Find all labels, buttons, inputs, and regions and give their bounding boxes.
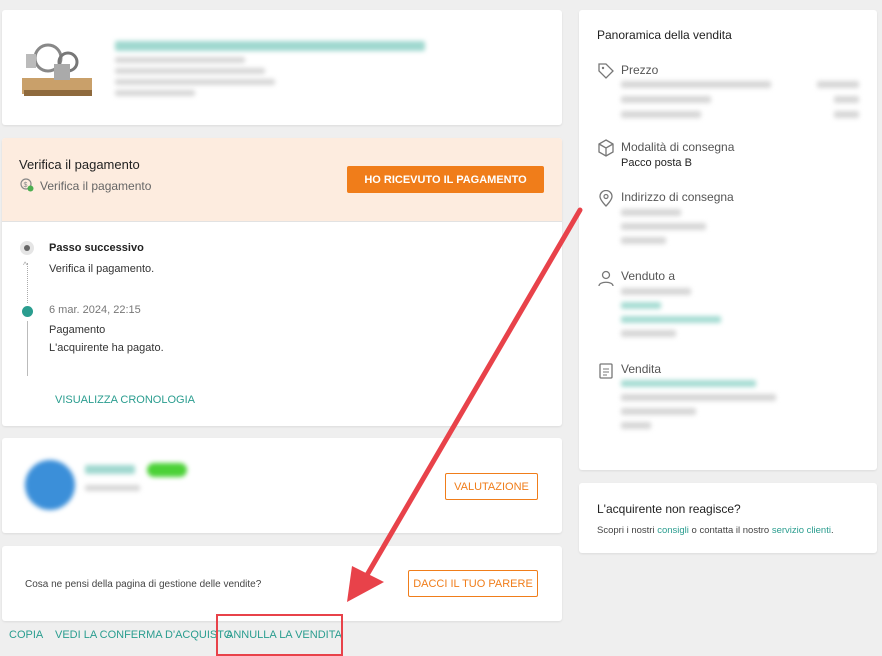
price-tag-icon — [597, 62, 615, 80]
sold-to-link-1[interactable] — [621, 302, 661, 309]
product-thumbnail[interactable] — [18, 38, 98, 100]
sale-label: Vendita — [621, 362, 662, 376]
user-icon — [597, 269, 615, 287]
divider — [2, 221, 562, 222]
buyer-card: VALUTAZIONE — [2, 438, 562, 533]
address-label: Indirizzo di consegna — [621, 190, 734, 204]
payment-card: Verifica il pagamento $ Verifica il paga… — [2, 138, 562, 426]
buyer-name[interactable] — [85, 465, 135, 474]
product-detail-3 — [115, 79, 275, 85]
location-pin-icon — [597, 189, 615, 208]
tips-link[interactable]: consigli — [657, 525, 689, 536]
buyer-badge — [147, 463, 187, 477]
delivery-label: Modalità di consegna — [621, 140, 735, 154]
copy-link[interactable]: COPIA — [9, 629, 43, 641]
sold-to-label: Venduto a — [621, 269, 676, 283]
overview-title: Panoramica della vendita — [597, 28, 732, 42]
timeline-solid-line — [27, 321, 28, 376]
price-row-1-value — [817, 81, 859, 88]
sale-link[interactable] — [621, 380, 756, 387]
sale-line-2 — [621, 408, 696, 415]
customer-service-link[interactable]: servizio clienti — [772, 525, 831, 536]
help-title: L'acquirente non reagisce? — [597, 502, 741, 516]
product-title[interactable] — [115, 41, 425, 51]
product-detail-2 — [115, 68, 265, 74]
avatar[interactable] — [25, 460, 75, 510]
price-row-3 — [621, 111, 701, 118]
address-line-3 — [621, 237, 666, 244]
timeline-dot-done — [22, 306, 33, 317]
sold-to-link-2[interactable] — [621, 316, 721, 323]
payment-received-button[interactable]: HO RICEVUTO IL PAGAMENTO — [347, 166, 544, 193]
price-row-2-value — [834, 96, 859, 103]
buyer-detail — [85, 485, 140, 491]
timeline-event-label: Pagamento — [49, 324, 106, 336]
sale-line-1 — [621, 394, 776, 401]
sold-to-name — [621, 288, 691, 295]
payment-sub: Verifica il pagamento — [40, 179, 152, 193]
address-line-2 — [621, 223, 706, 230]
payment-banner: Verifica il pagamento $ Verifica il paga… — [2, 138, 562, 221]
feedback-question: Cosa ne pensi della pagina di gestione d… — [25, 579, 262, 590]
timeline-next-text: Verifica il pagamento. — [49, 263, 155, 275]
timeline-dot-pending — [20, 241, 34, 255]
product-card — [2, 10, 562, 125]
give-feedback-button[interactable]: DACCI IL TUO PARERE — [408, 570, 538, 597]
svg-text:$: $ — [24, 182, 28, 189]
money-check-icon: $ — [20, 178, 34, 195]
help-text: Scopri i nostri consigli o contatta il n… — [597, 525, 834, 536]
overview-card: Panoramica della vendita Prezzo Modalità… — [579, 10, 877, 470]
sold-to-phone — [621, 330, 676, 337]
rating-button[interactable]: VALUTAZIONE — [445, 473, 538, 500]
address-line-1 — [621, 209, 681, 216]
payment-heading: Verifica il pagamento — [19, 157, 140, 172]
document-icon — [597, 362, 615, 380]
view-confirmation-link[interactable]: VEDI LA CONFERMA D'ACQUISTO — [55, 629, 232, 641]
product-detail-4 — [115, 90, 195, 96]
timeline-arrow-icon: ^ — [23, 260, 28, 270]
price-row-1 — [621, 81, 771, 88]
view-history-link[interactable]: VISUALIZZA CRONOLOGIA — [55, 394, 195, 406]
timeline-next-label: Passo successivo — [49, 242, 144, 254]
highlight-box — [216, 614, 343, 656]
timeline-event-text: L'acquirente ha pagato. — [49, 342, 164, 354]
price-label: Prezzo — [621, 63, 659, 77]
help-card: L'acquirente non reagisce? Scopri i nost… — [579, 483, 877, 553]
product-detail-1 — [115, 57, 245, 63]
timeline-date: 6 mar. 2024, 22:15 — [49, 304, 141, 316]
price-row-2 — [621, 96, 711, 103]
delivery-value: Pacco posta B — [621, 157, 692, 169]
feedback-card: Cosa ne pensi della pagina di gestione d… — [2, 546, 562, 621]
sale-line-3 — [621, 422, 651, 429]
price-row-3-value — [834, 111, 859, 118]
package-icon — [597, 139, 615, 157]
